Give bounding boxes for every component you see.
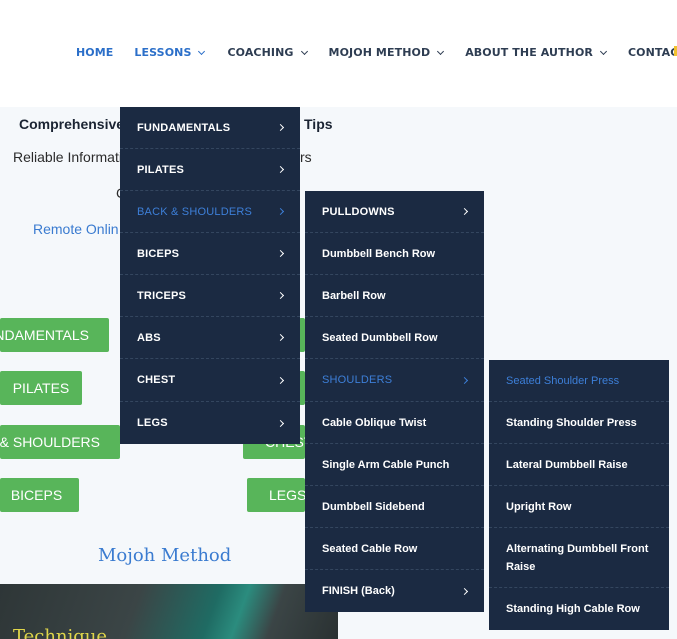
menu-item-seated-cable-row[interactable]: Seated Cable Row <box>305 528 484 570</box>
menu-item-barbell-row[interactable]: Barbell Row <box>305 275 484 317</box>
chevron-right-icon <box>276 333 285 342</box>
page-heading-tail: Tips <box>304 116 333 132</box>
chevron-right-icon <box>460 376 469 384</box>
intro-text-tail: rs <box>300 149 312 165</box>
chevron-right-icon <box>460 207 469 216</box>
menu-item-cable-oblique-twist[interactable]: Cable Oblique Twist <box>305 402 484 444</box>
menu-item-lateral-dumbbell-raise[interactable]: Lateral Dumbbell Raise <box>489 444 669 486</box>
menu-item-pulldowns[interactable]: PULLDOWNS <box>305 191 484 233</box>
menu-item-biceps[interactable]: BICEPS <box>120 233 300 275</box>
menu-item-label: PULLDOWNS <box>322 205 395 218</box>
menu-item-label: ABS <box>137 331 161 344</box>
nav-home[interactable]: HOME <box>76 46 113 59</box>
nav-about-the-author[interactable]: ABOUT THE AUTHOR <box>465 46 608 59</box>
chevron-right-icon <box>276 207 285 216</box>
menu-item-label: LEGS <box>137 417 168 429</box>
chevron-down-icon <box>198 47 206 55</box>
mojoh-method-heading[interactable]: Mojoh Method <box>98 545 231 566</box>
nav-contact[interactable]: CONTACT <box>628 46 677 59</box>
menu-item-single-arm-cable-punch[interactable]: Single Arm Cable Punch <box>305 444 484 486</box>
nav-about-the-author-label: ABOUT THE AUTHOR <box>465 46 593 59</box>
nav-mojoh-method-label: MOJOH METHOD <box>328 46 431 59</box>
menu-item-dumbbell-sidebend[interactable]: Dumbbell Sidebend <box>305 486 484 528</box>
menu-item-label: PILATES <box>137 163 185 176</box>
menu-item-triceps[interactable]: TRICEPS <box>120 275 300 317</box>
chevron-right-icon <box>460 587 469 595</box>
chevron-right-icon <box>276 376 285 384</box>
page-heading: Comprehensive <box>19 116 125 132</box>
header: HOME LESSONS COACHING MOJOH METHOD ABOUT… <box>0 0 677 107</box>
photo-caption: Technique <box>13 626 108 639</box>
menu-item-label: Standing High Cable Row <box>506 603 640 615</box>
nav-mojoh-method[interactable]: MOJOH METHOD <box>328 46 445 59</box>
chevron-right-icon <box>276 249 285 258</box>
menu-item-label: BICEPS <box>137 247 180 260</box>
chevron-down-icon <box>300 47 308 55</box>
menu-item-label: Seated Cable Row <box>322 542 418 555</box>
menu-item-label: Standing Shoulder Press <box>506 416 637 429</box>
main-nav: HOME LESSONS COACHING MOJOH METHOD ABOUT… <box>76 46 677 59</box>
menu-item-seated-dumbbell-row[interactable]: Seated Dumbbell Row <box>305 317 484 359</box>
nav-home-label: HOME <box>76 46 114 59</box>
chevron-right-icon <box>276 419 285 427</box>
menu-item-label: BACK & SHOULDERS <box>137 205 253 218</box>
chevron-right-icon <box>276 165 285 174</box>
nav-lessons-label: LESSONS <box>134 46 192 59</box>
menu-item-standing-shoulder-press[interactable]: Standing Shoulder Press <box>489 402 669 444</box>
chevron-right-icon <box>276 291 285 300</box>
nav-coaching[interactable]: COACHING <box>227 46 308 59</box>
menu-item-label: Dumbbell Bench Row <box>322 247 436 260</box>
menu-item-shoulders[interactable]: SHOULDERS <box>305 359 484 402</box>
menu-item-seated-shoulder-press[interactable]: Seated Shoulder Press <box>489 360 669 402</box>
lessons-dropdown: FUNDAMENTALS PILATES BACK & SHOULDERS BI… <box>120 107 300 444</box>
menu-item-alternating-dumbbell-front-raise[interactable]: Alternating Dumbbell Front Raise <box>489 528 669 588</box>
pilates-button[interactable]: PILATES <box>0 371 82 405</box>
intro-text: Reliable Informati <box>13 149 122 165</box>
menu-item-label: FINISH (Back) <box>322 585 395 597</box>
biceps-button[interactable]: BICEPS <box>0 478 79 512</box>
chevron-right-icon <box>276 123 285 132</box>
menu-item-label: TRICEPS <box>137 289 187 302</box>
menu-item-label: CHEST <box>137 374 176 386</box>
chevron-down-icon <box>437 47 445 55</box>
menu-item-back-shoulders[interactable]: BACK & SHOULDERS <box>120 191 300 233</box>
menu-item-label: Single Arm Cable Punch <box>322 458 450 471</box>
menu-item-pilates[interactable]: PILATES <box>120 149 300 191</box>
menu-item-abs[interactable]: ABS <box>120 317 300 359</box>
menu-item-dumbbell-bench-row[interactable]: Dumbbell Bench Row <box>305 233 484 275</box>
menu-item-label: Seated Dumbbell Row <box>322 331 438 344</box>
menu-item-label: Cable Oblique Twist <box>322 416 427 429</box>
menu-item-label: Lateral Dumbbell Raise <box>506 458 628 471</box>
back-shoulders-button[interactable]: K & SHOULDERS <box>0 425 120 459</box>
shoulders-submenu: Seated Shoulder Press Standing Shoulder … <box>489 360 669 630</box>
chevron-down-icon <box>599 47 608 55</box>
menu-item-label: Upright Row <box>506 500 572 513</box>
menu-item-finish-back[interactable]: FINISH (Back) <box>305 570 484 612</box>
menu-item-fundamentals[interactable]: FUNDAMENTALS <box>120 107 300 149</box>
legs-button[interactable]: LEGS <box>247 478 305 512</box>
menu-item-legs[interactable]: LEGS <box>120 402 300 444</box>
menu-item-label: Barbell Row <box>322 289 386 302</box>
back-shoulders-submenu: PULLDOWNS Dumbbell Bench Row Barbell Row… <box>305 191 484 612</box>
fundamentals-button[interactable]: UNDAMENTALS <box>0 318 109 352</box>
menu-item-standing-high-cable-row[interactable]: Standing High Cable Row <box>489 588 669 630</box>
nav-lessons[interactable]: LESSONS <box>134 46 206 59</box>
remote-online-link[interactable]: Remote Onlin <box>33 221 119 237</box>
menu-item-label: SHOULDERS <box>322 374 393 386</box>
technique-photo: Technique <box>0 584 338 639</box>
menu-item-upright-row[interactable]: Upright Row <box>489 486 669 528</box>
menu-item-chest[interactable]: CHEST <box>120 359 300 402</box>
menu-item-label: Dumbbell Sidebend <box>322 500 425 513</box>
menu-item-label: Seated Shoulder Press <box>506 374 620 387</box>
nav-coaching-label: COACHING <box>227 46 294 59</box>
menu-item-label: Alternating Dumbbell Front Raise <box>506 542 649 573</box>
menu-item-label: FUNDAMENTALS <box>137 121 231 134</box>
nav-contact-label: CONTACT <box>628 46 677 59</box>
